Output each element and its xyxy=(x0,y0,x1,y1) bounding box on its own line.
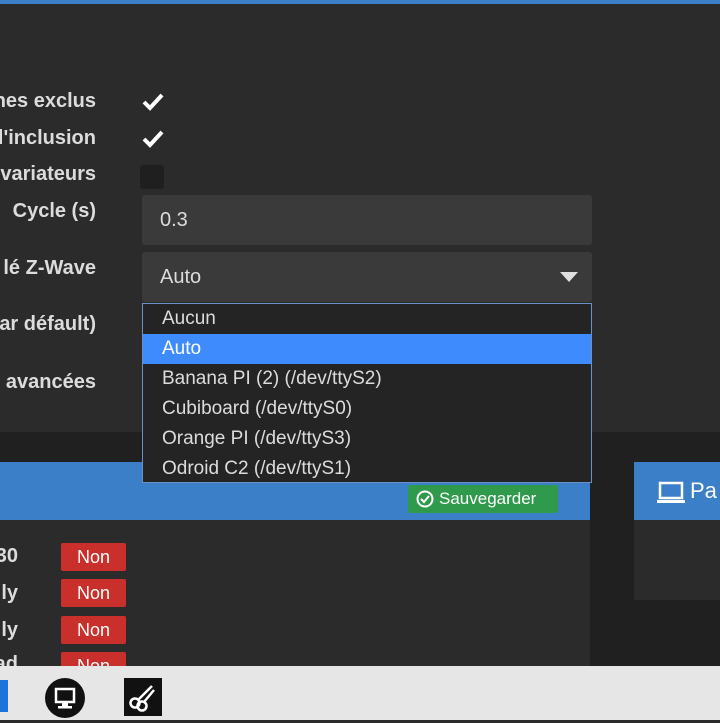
checkmark-icon xyxy=(142,93,164,111)
dropdown-option[interactable]: Orange PI (/dev/ttyS3) xyxy=(143,424,591,454)
save-button[interactable]: Sauvegarder xyxy=(408,485,558,513)
row-label: ly xyxy=(1,619,18,641)
row-label: ly xyxy=(1,582,18,604)
scissors-icon[interactable] xyxy=(124,678,162,716)
dropdown-option[interactable]: Aucun xyxy=(143,304,591,334)
label-default: ar défault) xyxy=(0,313,96,335)
right-panel-title: Pa xyxy=(690,478,717,503)
label-dimmers: variateurs xyxy=(0,163,96,185)
dropdown-option[interactable]: Odroid C2 (/dev/ttyS1) xyxy=(143,454,591,484)
label-zwave-key: lé Z-Wave xyxy=(3,257,96,279)
chevron-down-icon xyxy=(560,272,578,282)
label-advanced: avancées xyxy=(5,371,96,393)
computer-icon[interactable] xyxy=(45,678,85,718)
label-excluded: nes exclus xyxy=(0,90,96,112)
status-badge: Non xyxy=(61,616,126,644)
start-icon[interactable] xyxy=(0,680,8,712)
dropdown-option-selected[interactable]: Auto xyxy=(143,334,591,364)
taskbar xyxy=(0,666,720,720)
dropdown-option[interactable]: Cubiboard (/dev/ttyS0) xyxy=(143,394,591,424)
check-circle-icon xyxy=(416,490,434,508)
dropdown-option[interactable]: Banana PI (2) (/dev/ttyS2) xyxy=(143,364,591,394)
status-badge: Non xyxy=(61,579,126,607)
zwave-key-dropdown: Aucun Auto Banana PI (2) (/dev/ttyS2) Cu… xyxy=(142,303,592,483)
checkmark-icon xyxy=(142,130,164,148)
checkbox-excluded[interactable] xyxy=(140,90,164,114)
zwave-key-select[interactable]: Auto xyxy=(142,252,592,302)
label-cycle: Cycle (s) xyxy=(12,200,96,222)
save-button-label: Sauvegarder xyxy=(439,489,537,508)
checkbox-dimmers[interactable] xyxy=(140,165,164,189)
cycle-input[interactable]: 0.3 xyxy=(142,195,592,245)
status-badge: Non xyxy=(61,543,126,571)
row-label: 30 xyxy=(0,545,18,567)
checkbox-inclusion[interactable] xyxy=(140,127,164,151)
label-inclusion: l'inclusion xyxy=(0,127,96,149)
laptop-icon xyxy=(657,481,685,503)
zwave-key-select-value: Auto xyxy=(160,266,202,288)
